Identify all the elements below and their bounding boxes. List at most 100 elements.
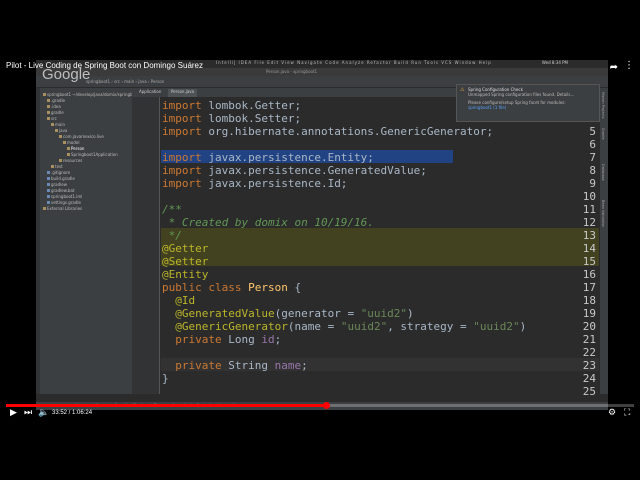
code-line[interactable]: }: [162, 372, 169, 385]
folder-icon: [43, 207, 46, 210]
fullscreen-icon[interactable]: ⛶: [624, 408, 630, 418]
project-tree-item[interactable]: .gitignore: [47, 170, 70, 175]
code-line[interactable]: import org.hibernate.annotations.Generic…: [162, 125, 493, 138]
folder-icon: [47, 111, 50, 114]
code-line[interactable]: import javax.persistence.GeneratedValue;: [162, 164, 427, 177]
project-tree-item[interactable]: .idea: [47, 104, 61, 109]
project-tree-label: resources: [63, 158, 83, 163]
project-tree-item[interactable]: java: [55, 128, 67, 133]
project-tree-item[interactable]: gradlew.bat: [47, 188, 74, 193]
file-icon: [47, 177, 50, 180]
letterbox-bottom: [0, 421, 640, 480]
volume-icon[interactable]: 🔈: [38, 408, 49, 418]
project-tree-item[interactable]: main: [51, 122, 65, 127]
code-token: @GenericGenerator: [175, 320, 288, 333]
file-icon: [47, 189, 50, 192]
project-tree-item[interactable]: gradlew: [47, 182, 67, 187]
line-number: 13: [582, 229, 596, 242]
folder-icon: [47, 117, 50, 120]
code-line[interactable]: private Long id;: [162, 333, 281, 346]
code-token: ): [407, 307, 414, 320]
project-tree-item[interactable]: test: [51, 164, 63, 169]
code-line[interactable]: public class Person {: [162, 281, 301, 294]
code-token: import: [162, 99, 209, 112]
right-tool-button[interactable]: Bean Validation: [601, 200, 605, 227]
more-icon[interactable]: ⋮: [624, 60, 634, 71]
time-display: 33:52 / 1:06:24: [52, 410, 93, 416]
code-token: import: [162, 112, 209, 125]
project-tree-item[interactable]: gradle: [47, 110, 64, 115]
code-token: String: [228, 359, 275, 372]
project-tree-label: main: [55, 122, 65, 127]
code-token: * Created by domix on 10/19/16.: [162, 216, 374, 229]
folder-icon: [51, 123, 54, 126]
code-line[interactable]: * Created by domix on 10/19/16.: [162, 216, 374, 229]
line-number: 20: [582, 320, 596, 333]
right-tool-button[interactable]: Maven Projects: [601, 92, 605, 119]
project-tree-item[interactable]: resources: [59, 158, 82, 163]
project-tree-label: springboot1.iml: [51, 194, 83, 199]
project-tree-item[interactable]: .gradle: [47, 98, 65, 103]
code-line[interactable]: */: [162, 229, 182, 242]
line-number: 6: [589, 138, 596, 151]
code-token: import: [162, 177, 209, 190]
line-number: 7: [589, 151, 596, 164]
right-tool-button[interactable]: Database: [601, 164, 605, 181]
code-editor[interactable]: 3import lombok.Getter;4import lombok.Set…: [132, 97, 600, 398]
warning-icon: ⚠: [460, 87, 465, 93]
play-icon[interactable]: ▶: [10, 408, 17, 418]
project-tree-item[interactable]: build.gradle: [47, 176, 75, 181]
code-token: (name =: [287, 320, 341, 333]
code-line[interactable]: private String name;: [162, 359, 308, 372]
code-line[interactable]: import javax.persistence.Entity;: [162, 151, 374, 164]
right-tool-button[interactable]: Gradle: [601, 128, 605, 140]
code-token: import: [162, 125, 209, 138]
code-token: "uuid2": [473, 320, 520, 333]
project-tree-item[interactable]: settings.gradle: [47, 200, 81, 205]
project-tree-label: settings.gradle: [51, 200, 81, 205]
spring-config-notification[interactable]: ⚠ Spring Configuration Check Unmapped Sp…: [456, 84, 600, 122]
code-token: @GeneratedValue: [175, 307, 275, 320]
code-line[interactable]: @Id: [162, 294, 195, 307]
code-line[interactable]: @GeneratedValue(generator = "uuid2"): [162, 307, 414, 320]
code-token: import: [162, 151, 209, 164]
code-token: javax.persistence.Entity;: [208, 151, 374, 164]
code-line[interactable]: @Setter: [162, 255, 208, 268]
project-tree-item[interactable]: springboot1.iml: [47, 194, 82, 199]
code-token: public class: [162, 281, 249, 294]
code-line[interactable]: import lombok.Setter;: [162, 112, 301, 125]
project-tree-label: External Libraries: [47, 206, 83, 211]
project-tree-item[interactable]: model: [63, 140, 79, 145]
notification-link[interactable]: springboot1 (1 file): [468, 105, 506, 110]
project-tree-item[interactable]: com.javamexico.live: [59, 134, 104, 139]
code-token: @Id: [175, 294, 196, 307]
project-tree-label: src: [51, 116, 57, 121]
project-tree-item[interactable]: Person: [67, 146, 84, 151]
breadcrumb[interactable]: springboot1 › src › main › java › Person: [86, 79, 164, 84]
project-tree-item[interactable]: src: [47, 116, 57, 121]
share-icon[interactable]: ➦: [610, 62, 618, 73]
folder-icon: [59, 135, 62, 138]
video-title[interactable]: Pilot - Live Coding de Spring Boot con D…: [6, 61, 203, 70]
project-tree-item[interactable]: springboot1 ~/develop/java/domix/springb…: [43, 92, 142, 97]
code-line[interactable]: import lombok.Getter;: [162, 99, 301, 112]
settings-icon[interactable]: ⚙: [608, 408, 616, 418]
code-line[interactable]: @Getter: [162, 242, 208, 255]
code-line[interactable]: import javax.persistence.Id;: [162, 177, 347, 190]
code-token: /**: [162, 203, 182, 216]
tab-person[interactable]: Person.java: [168, 89, 198, 97]
project-tree-item[interactable]: External Libraries: [43, 206, 82, 211]
file-icon: [47, 201, 50, 204]
code-line[interactable]: @GenericGenerator(name = "uuid2", strate…: [162, 320, 526, 333]
code-line[interactable]: /**: [162, 203, 182, 216]
project-tree-item[interactable]: Springboot1Application: [67, 152, 118, 157]
code-line[interactable]: @Entity: [162, 268, 208, 281]
next-icon[interactable]: ⏭: [24, 408, 32, 418]
code-token: @Getter: [162, 242, 209, 255]
tab-application[interactable]: Application: [136, 89, 164, 97]
line-number: 17: [582, 281, 596, 294]
code-token: ;: [301, 359, 308, 372]
code-token: */: [162, 229, 182, 242]
code-token: private: [175, 333, 229, 346]
folder-icon: [67, 147, 70, 150]
